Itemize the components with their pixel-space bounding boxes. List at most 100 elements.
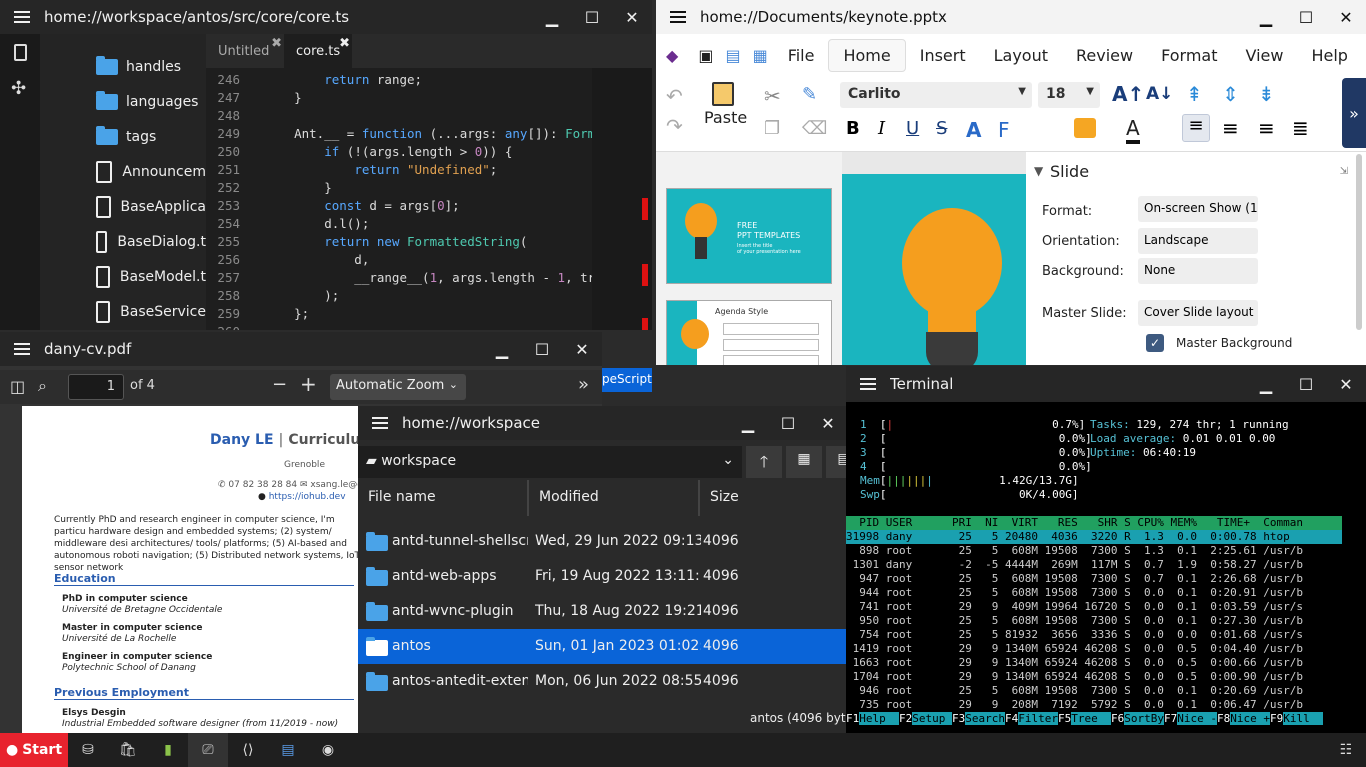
paste-label[interactable]: Paste <box>704 108 747 127</box>
maximize-icon[interactable]: ☐ <box>1286 375 1326 394</box>
format-select[interactable]: On-screen Show (16: <box>1138 196 1258 222</box>
up-button[interactable]: 🡑 <box>746 446 782 478</box>
expand-ribbon-icon[interactable]: » <box>1342 78 1366 148</box>
panel-more-icon[interactable]: ⇲ <box>1340 166 1348 177</box>
file-row[interactable]: antd-web-apps Fri, 19 Aug 2022 13:11:16 40… <box>358 559 848 594</box>
office-titlebar[interactable]: home://Documents/keynote.pptx ▁ ☐ ✕ <box>656 0 1366 34</box>
copy-icon[interactable]: ❐ <box>764 118 780 139</box>
minimize-icon[interactable]: ▁ <box>1246 8 1286 27</box>
editor-titlebar[interactable]: home://workspace/antos/src/core/core.ts … <box>0 0 652 34</box>
master-slide-select[interactable]: Cover Slide layout <box>1138 300 1258 326</box>
tab-untitled[interactable]: Untitled ✖ <box>206 34 284 68</box>
eye-icon[interactable]: ◉ <box>308 733 348 767</box>
shrink-font-icon[interactable]: A↓ <box>1146 84 1173 104</box>
menu-icon[interactable] <box>0 348 44 350</box>
close-icon[interactable]: ✕ <box>1326 8 1366 27</box>
document-icon[interactable]: ▤ <box>268 733 308 767</box>
fkey-label[interactable]: Tree <box>1071 712 1111 725</box>
align-left-icon[interactable]: ≡ <box>1182 114 1210 142</box>
fkey[interactable]: F9 <box>1270 712 1283 725</box>
file-row[interactable]: antos Sun, 01 Jan 2023 01:02:2 4096 <box>358 629 848 664</box>
chart-icon[interactable]: ▮ <box>148 733 188 767</box>
process-row[interactable]: 1704 root 29 9 1340M 65924 46208 S 0.0 0… <box>846 670 1342 684</box>
fkey-label[interactable]: Nice + <box>1230 712 1270 725</box>
tree-file[interactable]: BaseModel.t <box>40 259 206 294</box>
justify-icon[interactable]: ≣ <box>1292 116 1309 140</box>
grid-view-icon[interactable]: ▦ <box>786 446 822 478</box>
close-icon[interactable]: ✕ <box>1326 375 1366 394</box>
menu-icon[interactable] <box>358 422 402 424</box>
minimize-icon[interactable]: ▁ <box>1246 375 1286 394</box>
minimize-icon[interactable]: ▁ <box>532 8 572 27</box>
fkey[interactable]: F2 <box>899 712 912 725</box>
size-select[interactable]: 18 ▼ <box>1038 82 1100 108</box>
process-row[interactable]: 31998 dany 25 5 20480 4036 3220 R 1.3 0.… <box>846 530 1342 544</box>
menu-icon[interactable] <box>846 383 890 385</box>
panel-scrollbar[interactable] <box>1356 154 1362 330</box>
maximize-icon[interactable]: ☐ <box>1286 8 1326 27</box>
minimize-icon[interactable]: ▁ <box>728 414 768 433</box>
pdf-page[interactable]: Dany LE | Curriculum V Grenoble ✆ 07 82 … <box>22 406 358 734</box>
process-row[interactable]: 754 root 25 5 81932 3656 3336 S 0.0 0.0 … <box>846 628 1342 642</box>
spacing-below-icon[interactable]: ⇟ <box>1258 82 1275 106</box>
htop-output[interactable]: 1 [| 0.7%] 2 [ 0.0%] 3 [ 0.0%] 4 [ 0.0%] Mem… <box>846 402 1366 734</box>
tree-file[interactable]: Announcem <box>40 154 206 189</box>
maximize-icon[interactable]: ☐ <box>768 414 808 433</box>
files-icon[interactable] <box>14 44 27 61</box>
italic-icon[interactable]: I <box>878 118 885 139</box>
menu-home[interactable]: Home <box>828 38 906 72</box>
tree-file[interactable]: BaseDialog.t <box>40 224 206 259</box>
extensions-icon[interactable]: ✣ <box>11 78 26 99</box>
fkey[interactable]: F3 <box>952 712 965 725</box>
menu-format[interactable]: Format <box>1147 40 1231 71</box>
tab-core-ts[interactable]: core.ts ✖ <box>284 34 352 68</box>
menu-icon[interactable] <box>656 16 700 18</box>
code-area[interactable]: 246 return range; 247 } 248 249 Ant.__ = fu… <box>206 68 592 330</box>
fkey[interactable]: F5 <box>1058 712 1071 725</box>
file-row[interactable]: antd-tunnel-shellscrip Wed, 29 Jun 2022 0… <box>358 524 848 559</box>
highlight-icon[interactable] <box>1074 118 1096 138</box>
minimize-icon[interactable]: ▁ <box>482 340 522 359</box>
save-icon[interactable]: ▣ <box>692 40 719 71</box>
tree-row[interactable] <box>40 34 206 49</box>
language-badge[interactable]: peScript <box>602 368 652 392</box>
process-row[interactable]: 1419 root 29 9 1340M 65924 46208 S 0.0 0… <box>846 642 1342 656</box>
font-select[interactable]: Carlito ▼ <box>840 82 1032 108</box>
fkey-label[interactable]: Setup <box>912 712 952 725</box>
file-row[interactable]: antd-wvnc-plugin Thu, 18 Aug 2022 19:21:1… <box>358 594 848 629</box>
fkey-label[interactable]: Nice - <box>1177 712 1217 725</box>
fkey-label[interactable]: Filter <box>1018 712 1058 725</box>
align-center-icon[interactable]: ≡ <box>1222 116 1239 140</box>
fm-titlebar[interactable]: home://workspace ▁ ☐ ✕ <box>358 406 848 440</box>
master-bg-checkbox[interactable]: ✓ <box>1146 334 1164 352</box>
terminal-icon[interactable]: ⎚ <box>188 733 228 767</box>
tree-folder-tags[interactable]: tags <box>40 119 206 154</box>
process-row[interactable]: 947 root 25 5 608M 19508 7300 S 0.7 0.1 … <box>846 572 1342 586</box>
maximize-icon[interactable]: ☐ <box>572 8 612 27</box>
tree-file[interactable]: BaseService <box>40 294 206 329</box>
spacing-middle-icon[interactable]: ⇕ <box>1222 82 1239 106</box>
align-right-icon[interactable]: ≡ <box>1258 116 1275 140</box>
col-file-name[interactable]: File name <box>368 489 436 505</box>
pdf-titlebar[interactable]: dany-cv.pdf ▁ ☐ ✕ <box>0 332 602 366</box>
font-work-icon[interactable]: F <box>998 118 1010 142</box>
fkey[interactable]: F7 <box>1164 712 1177 725</box>
zoom-out-icon[interactable]: − <box>272 374 287 395</box>
fkey[interactable]: F8 <box>1217 712 1230 725</box>
path-select[interactable]: ▰ workspace ⌄ <box>358 446 742 478</box>
strikethrough-icon[interactable]: S <box>936 118 947 139</box>
process-row[interactable]: 1663 root 29 9 1340M 65924 46208 S 0.0 0… <box>846 656 1342 670</box>
process-row[interactable]: 741 root 29 9 409M 19964 16720 S 0.0 0.1… <box>846 600 1342 614</box>
print-icon[interactable]: ▦ <box>747 40 774 71</box>
maximize-icon[interactable]: ☐ <box>522 340 562 359</box>
process-row[interactable]: 946 root 25 5 608M 19508 7300 S 0.0 0.1 … <box>846 684 1342 698</box>
process-row[interactable]: 950 root 25 5 608M 19508 7300 S 0.0 0.1 … <box>846 614 1342 628</box>
cv-site[interactable]: https://iohub.dev <box>269 492 346 502</box>
list-view-icon[interactable]: ▤ <box>826 446 848 478</box>
search-icon[interactable]: ⌕ <box>38 376 47 396</box>
bold-icon[interactable]: B <box>846 118 860 139</box>
sidebar-toggle-icon[interactable]: ◫ <box>10 377 25 396</box>
tree-file[interactable]: BaseApplica <box>40 189 206 224</box>
menu-insert[interactable]: Insert <box>906 40 980 71</box>
terminal-titlebar[interactable]: Terminal ▁ ☐ ✕ <box>846 366 1366 402</box>
